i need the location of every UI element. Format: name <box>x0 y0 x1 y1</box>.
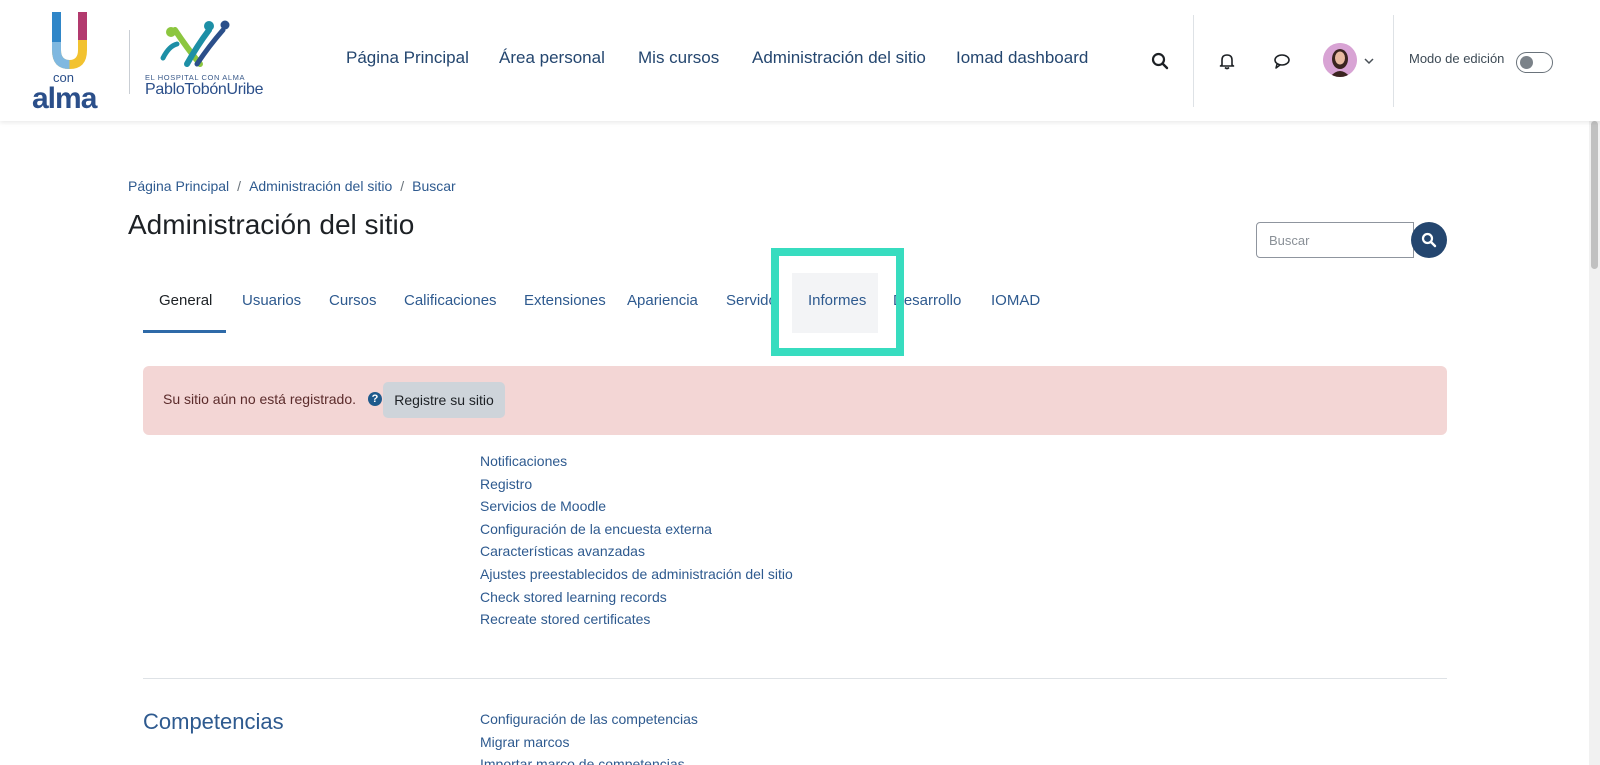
search-icon <box>1421 232 1437 248</box>
competencias-links-list: Configuración de las competencias Migrar… <box>480 711 698 765</box>
link-servicios-moodle[interactable]: Servicios de Moodle <box>480 498 793 521</box>
link-recreate-certificates[interactable]: Recreate stored certificates <box>480 611 793 634</box>
tab-desarrollo[interactable]: Desarrollo <box>893 286 961 334</box>
edit-mode-toggle[interactable] <box>1516 52 1553 73</box>
alert-text: Su sitio aún no está registrado. <box>163 391 357 407</box>
general-links-list: Notificaciones Registro Servicios de Moo… <box>480 453 793 634</box>
tab-usuarios[interactable]: Usuarios <box>242 286 301 334</box>
breadcrumb-pagina-principal[interactable]: Página Principal <box>128 178 229 194</box>
link-registro[interactable]: Registro <box>480 476 793 499</box>
link-notificaciones[interactable]: Notificaciones <box>480 453 793 476</box>
link-importar-marco[interactable]: Importar marco de competencias <box>480 756 698 765</box>
tab-calificaciones[interactable]: Calificaciones <box>404 286 497 334</box>
nav-administracion-sitio[interactable]: Administración del sitio <box>752 48 926 68</box>
chevron-down-icon[interactable] <box>1361 49 1377 73</box>
breadcrumb-separator: / <box>237 178 242 194</box>
logo-divider <box>129 30 130 94</box>
section-divider <box>143 678 1447 679</box>
hptu-logo[interactable]: EL HOSPITAL CON ALMA PabloTobónUribe <box>145 18 275 104</box>
link-caracteristicas-avanzadas[interactable]: Características avanzadas <box>480 543 793 566</box>
nav-pagina-principal[interactable]: Página Principal <box>346 48 469 68</box>
tab-informes[interactable]: Informes <box>808 286 866 334</box>
nav-mis-cursos[interactable]: Mis cursos <box>638 48 719 68</box>
link-check-learning-records[interactable]: Check stored learning records <box>480 589 793 612</box>
register-site-button[interactable]: Registre su sitio <box>383 382 505 418</box>
link-migrar-marcos[interactable]: Migrar marcos <box>480 734 698 757</box>
tab-extensiones[interactable]: Extensiones <box>524 286 606 334</box>
help-icon[interactable]: ? <box>368 392 382 406</box>
nav-area-personal[interactable]: Área personal <box>499 48 605 68</box>
active-tab-indicator <box>143 330 226 333</box>
edit-mode-label: Modo de edición <box>1409 51 1505 66</box>
tab-servidor[interactable]: Servido <box>726 286 777 334</box>
toggle-knob <box>1520 56 1533 69</box>
logo-alma-text: alma <box>32 82 97 115</box>
u-con-alma-logo[interactable]: con alma <box>30 12 114 115</box>
breadcrumb-separator: / <box>400 178 405 194</box>
page-scrollbar[interactable] <box>1589 121 1600 765</box>
header-separator <box>1193 15 1194 107</box>
breadcrumb: Página Principal / Administración del siti… <box>128 178 456 194</box>
search-icon[interactable] <box>1148 49 1172 73</box>
admin-tabs: General Usuarios Cursos Calificaciones E… <box>143 286 1443 334</box>
link-encuesta-externa[interactable]: Configuración de la encuesta externa <box>480 521 793 544</box>
registration-alert: Su sitio aún no está registrado. ? Regis… <box>143 366 1447 435</box>
link-config-competencias[interactable]: Configuración de las competencias <box>480 711 698 734</box>
top-navbar: con alma EL HOSPITAL CON ALMA PabloTobón… <box>0 0 1600 121</box>
breadcrumb-buscar[interactable]: Buscar <box>412 178 456 194</box>
chat-icon[interactable] <box>1270 49 1294 73</box>
tab-iomad[interactable]: IOMAD <box>991 286 1040 334</box>
breadcrumb-administracion[interactable]: Administración del sitio <box>249 178 392 194</box>
page-title: Administración del sitio <box>128 209 415 240</box>
bell-icon[interactable] <box>1215 49 1239 73</box>
admin-search-input[interactable] <box>1256 222 1414 258</box>
avatar[interactable] <box>1323 43 1357 77</box>
admin-search-button[interactable] <box>1411 222 1447 258</box>
scrollbar-thumb[interactable] <box>1591 121 1598 269</box>
header-separator-2 <box>1393 15 1394 107</box>
tab-cursos[interactable]: Cursos <box>329 286 377 334</box>
tab-general[interactable]: General <box>159 286 212 334</box>
tab-apariencia[interactable]: Apariencia <box>627 286 698 334</box>
nav-iomad-dashboard[interactable]: Iomad dashboard <box>956 48 1088 68</box>
hptu-name: PabloTobónUribe <box>145 81 264 98</box>
link-ajustes-preestablecidos[interactable]: Ajustes preestablecidos de administració… <box>480 566 793 589</box>
section-title-competencias[interactable]: Competencias <box>143 709 284 735</box>
